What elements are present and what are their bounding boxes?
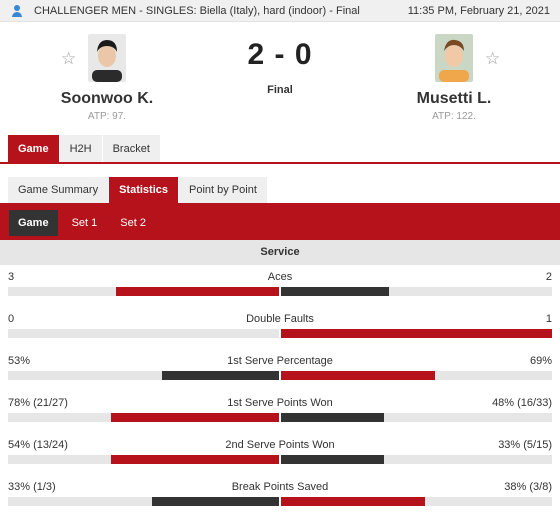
- stat-row: 0 Double Faults 1: [8, 313, 552, 355]
- stat-row: 53% 1st Serve Percentage 69%: [8, 355, 552, 397]
- away-stat-track: [281, 371, 552, 380]
- home-stat-track: [8, 497, 279, 506]
- home-stat-fill: [152, 497, 279, 506]
- tab-bracket[interactable]: Bracket: [102, 135, 160, 163]
- tab-game[interactable]: Game: [8, 135, 59, 163]
- stat-name: 1st Serve Percentage: [227, 355, 333, 367]
- away-stat-fill: [281, 413, 384, 422]
- stat-name: Break Points Saved: [231, 481, 329, 493]
- stat-name: 2nd Serve Points Won: [225, 439, 335, 451]
- stat-bar: [8, 413, 552, 422]
- person-icon: [11, 4, 23, 17]
- stat-bar: [8, 329, 552, 338]
- stat-row: 78% (21/27) 1st Serve Points Won 48% (16/3…: [8, 397, 552, 439]
- home-player-avatar: [88, 34, 126, 82]
- home-stat-track: [8, 329, 279, 338]
- away-stat-fill: [281, 497, 425, 506]
- away-stat-fill: [281, 371, 435, 380]
- away-stat-track: [281, 413, 552, 422]
- tab-h2h[interactable]: H2H: [59, 135, 102, 163]
- stat-bar: [8, 497, 552, 506]
- home-player[interactable]: Soonwoo K. ATP: 97.: [37, 34, 177, 122]
- home-stat-track: [8, 287, 279, 296]
- tab-game-summary[interactable]: Game Summary: [8, 177, 109, 204]
- home-player-name[interactable]: Soonwoo K.: [37, 90, 177, 108]
- away-stat-fill: [281, 455, 384, 464]
- period-selector: Game Set 1 Set 2: [0, 205, 560, 240]
- period-tab-set-2[interactable]: Set 2: [111, 210, 155, 236]
- match-datetime: 11:35 PM, February 21, 2021: [407, 4, 550, 17]
- away-stat-fill: [281, 287, 389, 296]
- home-stat-fill: [111, 455, 279, 464]
- home-stat-fill: [116, 287, 279, 296]
- match-status: Final: [267, 84, 293, 96]
- stat-bar: [8, 455, 552, 464]
- sub-tabs: Game Summary Statistics Point by Point: [8, 177, 268, 204]
- home-player-rank: ATP: 97.: [87, 111, 127, 122]
- stat-row: 33% (1/3) Break Points Saved 38% (3/8): [8, 481, 552, 514]
- favorite-star-icon-away[interactable]: ☆: [485, 49, 500, 69]
- period-tab-set-1[interactable]: Set 1: [63, 210, 107, 236]
- tab-statistics[interactable]: Statistics: [109, 177, 178, 204]
- away-stat-track: [281, 287, 552, 296]
- stat-name: Double Faults: [246, 313, 314, 325]
- home-stat-track: [8, 371, 279, 380]
- away-stat-track: [281, 329, 552, 338]
- stat-name: Aces: [267, 271, 293, 283]
- stat-name: 1st Serve Points Won: [227, 397, 333, 409]
- away-stat-track: [281, 455, 552, 464]
- tab-point-by-point[interactable]: Point by Point: [179, 177, 267, 204]
- home-stat-fill: [162, 371, 279, 380]
- away-player[interactable]: Musetti L. ATP: 122.: [384, 34, 524, 122]
- home-stat-track: [8, 455, 279, 464]
- home-stat-fill: [111, 413, 279, 422]
- stat-row: 3 Aces 2: [8, 271, 552, 313]
- away-player-name[interactable]: Musetti L.: [384, 90, 524, 108]
- home-stat-track: [8, 413, 279, 422]
- away-stat-fill: [281, 329, 552, 338]
- top-bar: CHALLENGER MEN - SINGLES: Biella (Italy)…: [0, 0, 560, 22]
- main-tabs-underline: [0, 162, 560, 164]
- match-score: 2 - 0: [247, 38, 313, 71]
- period-tab-game[interactable]: Game: [9, 209, 58, 236]
- away-stat-track: [281, 497, 552, 506]
- stat-bar: [8, 371, 552, 380]
- stat-bar: [8, 287, 552, 296]
- away-player-avatar: [435, 34, 473, 82]
- section-header-service: Service: [0, 240, 560, 265]
- main-tabs: Game H2H Bracket: [8, 135, 161, 163]
- stat-row: 54% (13/24) 2nd Serve Points Won 33% (5/15…: [8, 439, 552, 481]
- tournament-title[interactable]: CHALLENGER MEN - SINGLES: Biella (Italy)…: [34, 5, 408, 17]
- away-player-rank: ATP: 122.: [432, 111, 476, 122]
